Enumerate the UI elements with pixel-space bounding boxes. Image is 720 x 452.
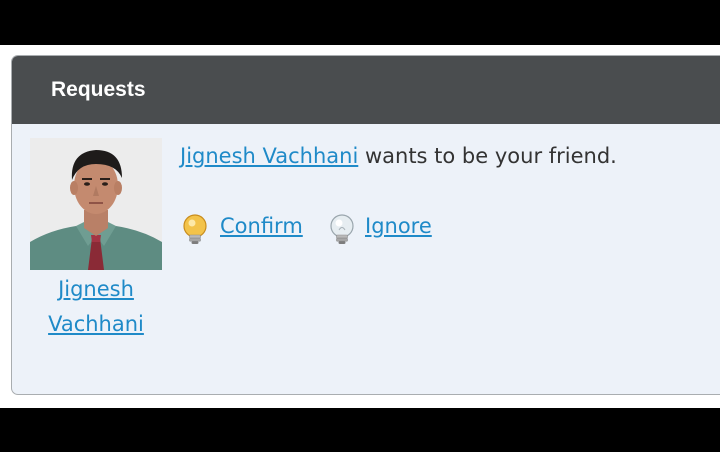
request-message: Jignesh Vachhani wants to be your friend… bbox=[180, 142, 617, 170]
confirm-label: Confirm bbox=[220, 214, 303, 238]
lightbulb-on-icon bbox=[183, 214, 207, 244]
confirm-button[interactable]: Confirm bbox=[180, 212, 310, 244]
profile-photo bbox=[30, 138, 162, 270]
profile-name-link[interactable]: Jignesh Vachhani bbox=[26, 272, 166, 342]
lightbulb-off-icon bbox=[330, 214, 354, 244]
profile-name-line1: Jignesh bbox=[58, 277, 134, 301]
friend-name-link[interactable]: Jignesh Vachhani bbox=[180, 144, 358, 168]
request-message-text: wants to be your friend. bbox=[358, 144, 617, 168]
ignore-button[interactable]: Ignore bbox=[327, 212, 442, 244]
page: Requests Jignesh Vachhani Jignesh Vachha… bbox=[0, 45, 720, 408]
panel-header: Requests bbox=[12, 56, 720, 124]
requests-panel: Requests Jignesh Vachhani Jignesh Vachha… bbox=[11, 55, 720, 395]
panel-title: Requests bbox=[51, 78, 146, 101]
profile-name-line2: Vachhani bbox=[48, 312, 144, 336]
avatar[interactable] bbox=[30, 138, 162, 270]
ignore-label: Ignore bbox=[365, 214, 432, 238]
